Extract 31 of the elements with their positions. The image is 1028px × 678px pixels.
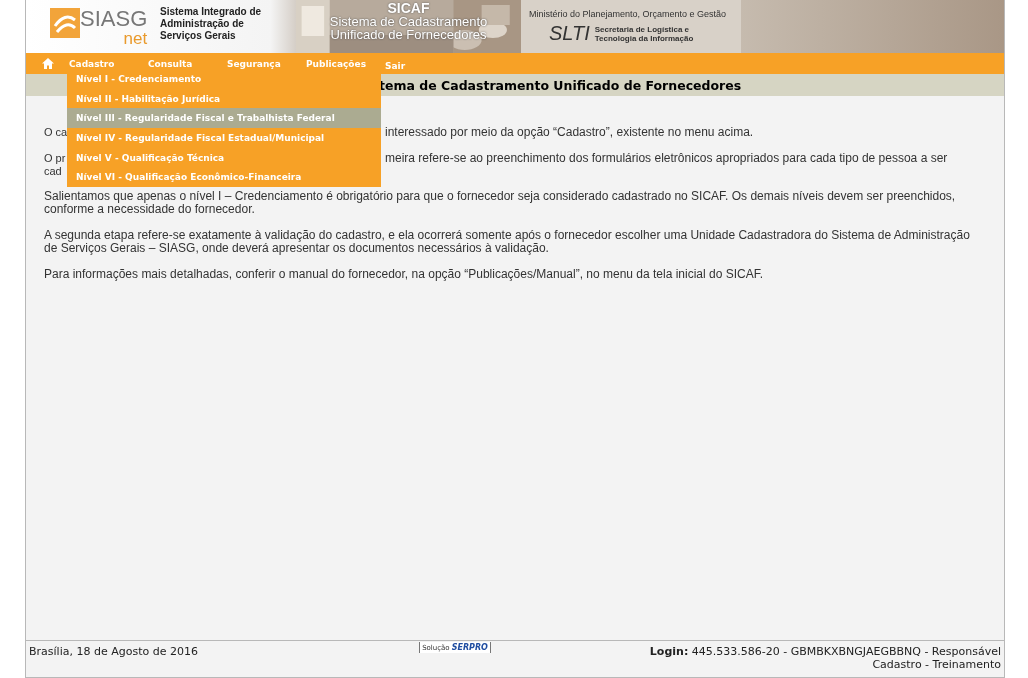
paragraph-fragment: meira refere-se ao preenchimento dos formulários eletrônicos apropriados para cada tipo de pessoa a ser bbox=[385, 151, 949, 165]
home-icon[interactable] bbox=[42, 58, 54, 69]
paragraph: Para informações mais detalhadas, conferir o manual do fornecedor, na opção “Publicações/Manual”, no menu da tela inicial do SICAF. bbox=[44, 267, 765, 281]
logo-subtext: net bbox=[123, 30, 148, 47]
paragraph-fragment: interessado por meio da opção “Cadastro”, existente no menu acima. bbox=[385, 126, 755, 140]
product-name-line: Unificado de Fornecedores bbox=[330, 28, 487, 41]
paragraph-fragment: O pr bbox=[44, 151, 65, 165]
system-name-line: Sistema Integrado de bbox=[160, 6, 263, 18]
system-name-line: Administração de bbox=[160, 18, 245, 30]
ministry-name: Ministério do Planejamento, Orçamento e Gestão bbox=[529, 9, 728, 19]
product-acronym: SICAF bbox=[387, 2, 430, 15]
date-text: Brasília, 18 de Agosto de 2016 bbox=[29, 645, 199, 658]
login-info: Cadastro - Treinamento bbox=[872, 658, 1001, 671]
menu-item[interactable]: Consulta bbox=[148, 58, 227, 69]
logo-icon bbox=[50, 8, 80, 38]
menu-item[interactable]: Cadastro bbox=[69, 58, 148, 69]
secretariat-name-line: Tecnologia da Informação bbox=[594, 33, 694, 43]
login-info: Login: 445.533.586-20 - GBMBKXBNGJAEGBBNQ - Responsável bbox=[649, 645, 1001, 658]
menu-item[interactable]: Publicações bbox=[306, 58, 385, 69]
paragraph: A segunda etapa refere-se exatamente à validação do cadastro, e ela ocorrerá somente após o fornecedor escolher uma Unidade Cadastradora do Sistema de Administração de Serviços Gerais – SIASG, onde deverá apresentar os documentos necessários à validação. bbox=[44, 228, 971, 256]
product-name-line: Sistema de Cadastramento bbox=[329, 15, 488, 28]
menu-item[interactable]: Sair bbox=[385, 56, 464, 71]
logo-text: SIASG bbox=[80, 8, 148, 30]
dropdown-item[interactable]: Nível III - Regularidade Fiscal e Trabalhista Federal bbox=[67, 108, 381, 129]
secretariat-name-line: Secretaria de Logística e bbox=[594, 24, 690, 34]
menu-item[interactable]: Segurança bbox=[227, 58, 306, 69]
paragraph-fragment: O ca bbox=[44, 126, 65, 140]
paragraph: Salientamos que apenas o nível I – Credenciamento é obrigatório para que o fornecedor seja considerado cadastrado no SICAF. Os demais níveis devem ser preenchidos, conforme a necessidade do fornecedor. bbox=[44, 189, 957, 217]
system-name-line: Serviços Gerais bbox=[160, 30, 237, 42]
paragraph-fragment: cad bbox=[44, 165, 63, 179]
secretariat-acronym: SLTI bbox=[549, 22, 590, 45]
